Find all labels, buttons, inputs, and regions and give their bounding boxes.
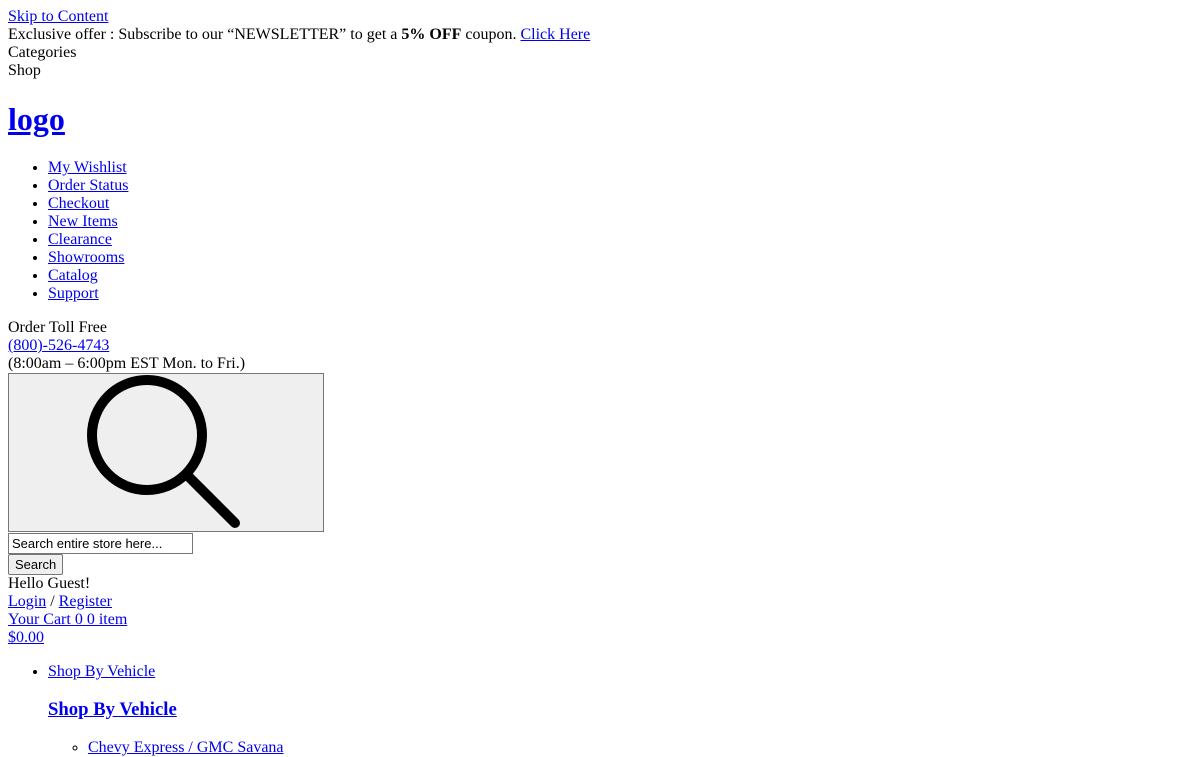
top-link-item: Clearance	[48, 231, 1192, 249]
promo-text-after: coupon.	[461, 26, 521, 43]
cart-total: $0.00	[8, 629, 44, 646]
top-link-item: Showrooms	[48, 249, 1192, 267]
top-link-item: New Items	[48, 213, 1192, 231]
vehicle-submenu: Chevy Express / GMC Savana	[48, 739, 1192, 757]
register-link[interactable]: Register	[59, 593, 112, 610]
menu-item-shop-by-vehicle: Shop By Vehicle Shop By Vehicle Chevy Ex…	[48, 663, 1192, 757]
clearance-link[interactable]: Clearance	[48, 231, 112, 248]
promo-click-here-link[interactable]: Click Here	[520, 26, 590, 43]
promo-banner: Exclusive offer : Subscribe to our “NEWS…	[8, 26, 1192, 44]
shop-label[interactable]: Shop	[8, 62, 1192, 80]
search-button[interactable]: Search	[8, 554, 64, 575]
account-separator: /	[46, 593, 59, 610]
main-menu: Shop By Vehicle Shop By Vehicle Chevy Ex…	[8, 663, 1192, 757]
order-status-link[interactable]: Order Status	[48, 177, 128, 194]
search-input[interactable]	[8, 533, 193, 554]
my-wishlist-link[interactable]: My Wishlist	[48, 159, 127, 176]
shop-by-vehicle-heading-link[interactable]: Shop By Vehicle	[48, 699, 177, 720]
top-links-list: My Wishlist Order Status Checkout New It…	[8, 159, 1192, 303]
promo-highlight: 5% OFF	[401, 26, 462, 43]
top-link-item: Support	[48, 285, 1192, 303]
chevy-express-gmc-savana-link[interactable]: Chevy Express / GMC Savana	[88, 739, 284, 756]
cart-label: Your Cart	[8, 611, 71, 628]
greeting-text: Hello Guest!	[8, 575, 91, 592]
phone-link[interactable]: (800)-526-4743	[8, 337, 109, 355]
cart-items-text: 0 item	[86, 611, 128, 628]
search-toggle-button[interactable]	[8, 373, 324, 532]
top-link-item: Order Status	[48, 177, 1192, 195]
new-items-link[interactable]: New Items	[48, 213, 118, 230]
catalog-link[interactable]: Catalog	[48, 267, 98, 284]
page: Skip to Content Exclusive offer : Subscr…	[0, 0, 1200, 757]
logo-heading: logo	[8, 101, 1192, 138]
submenu-item: Chevy Express / GMC Savana	[88, 739, 1192, 757]
logo-link[interactable]: logo	[8, 101, 65, 137]
cart-link[interactable]: Your Cart 0 0 item $0.00	[8, 611, 127, 647]
cart-count: 0	[74, 611, 83, 628]
checkout-link[interactable]: Checkout	[48, 195, 109, 212]
menu-heading: Shop By Vehicle	[48, 699, 1192, 721]
shop-by-vehicle-link[interactable]: Shop By Vehicle	[48, 663, 155, 680]
categories-label[interactable]: Categories	[8, 44, 1192, 62]
showrooms-link[interactable]: Showrooms	[48, 249, 124, 266]
top-link-item: Catalog	[48, 267, 1192, 285]
top-link-item: Checkout	[48, 195, 1192, 213]
top-link-item: My Wishlist	[48, 159, 1192, 177]
login-link[interactable]: Login	[8, 593, 46, 610]
business-hours: (8:00am – 6:00pm EST Mon. to Fri.)	[8, 355, 246, 372]
order-toll-free-label: Order Toll Free	[8, 319, 107, 336]
skip-to-content-link[interactable]: Skip to Content	[8, 8, 1192, 26]
account-links: Login / Register	[8, 593, 1192, 611]
search-icon	[9, 375, 323, 530]
support-link[interactable]: Support	[48, 285, 99, 302]
promo-text-before: Exclusive offer : Subscribe to our “NEWS…	[8, 26, 402, 43]
